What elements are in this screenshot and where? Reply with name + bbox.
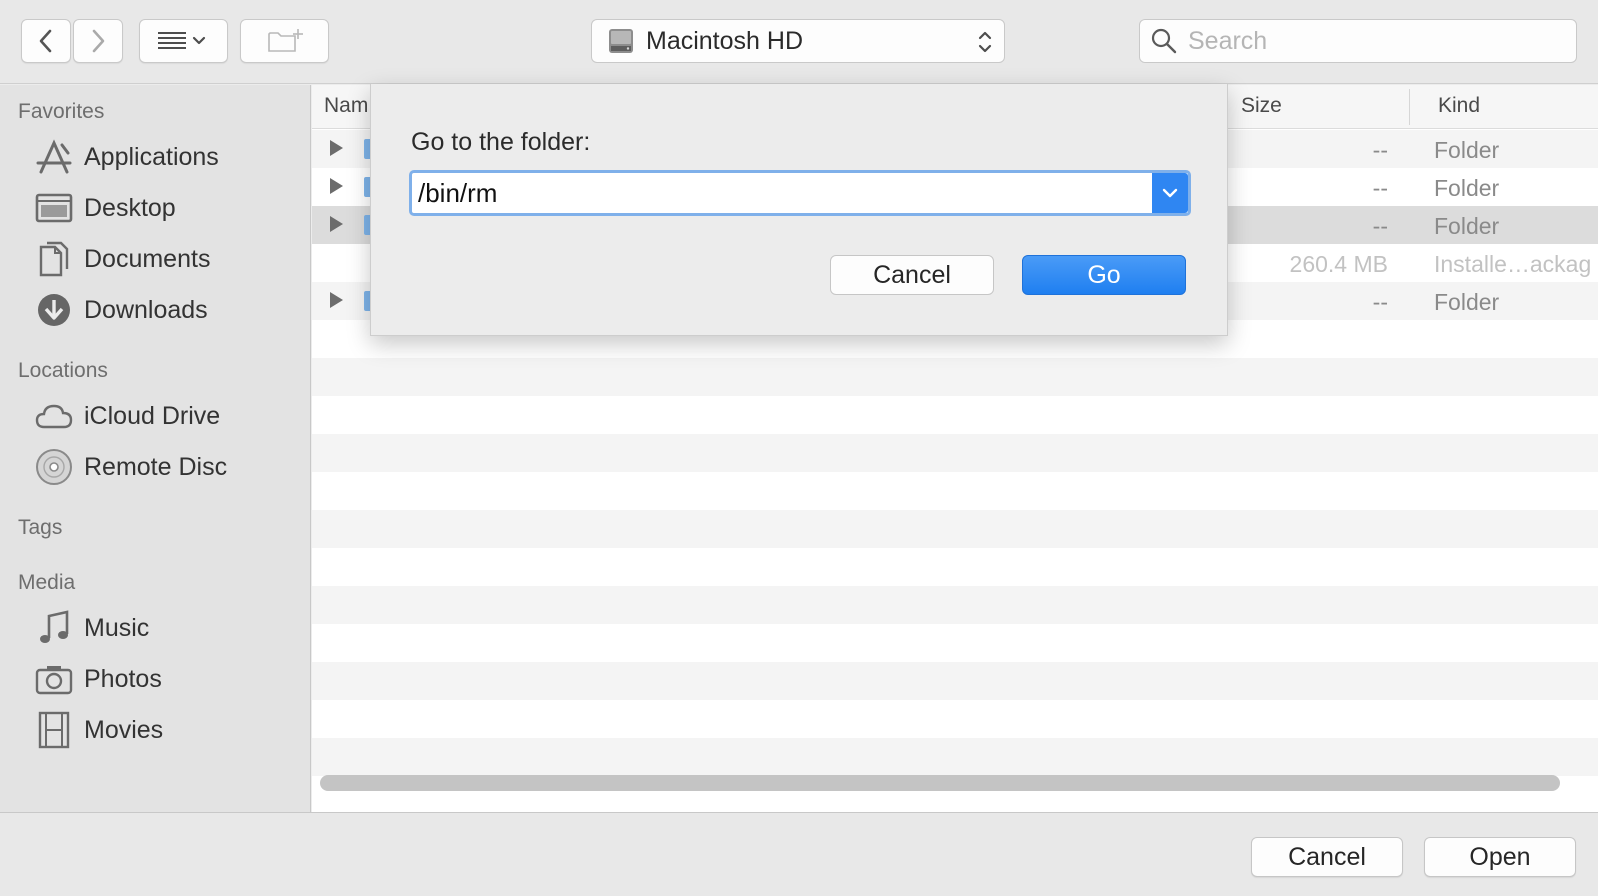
row-size: --	[1372, 289, 1388, 315]
go-button[interactable]: Go	[1022, 255, 1186, 295]
empty-row	[312, 738, 1598, 776]
sidebar-item-remote-disc[interactable]: Remote Disc	[34, 447, 227, 487]
sidebar-item-movies[interactable]: Movies	[34, 710, 163, 750]
empty-row	[312, 700, 1598, 738]
disclosure-triangle-icon[interactable]	[330, 140, 343, 156]
sidebar-item-downloads[interactable]: Downloads	[34, 290, 208, 330]
column-size[interactable]: Size	[1241, 94, 1282, 118]
row-kind: Folder	[1434, 175, 1500, 201]
empty-row	[312, 358, 1598, 396]
film-icon	[34, 710, 74, 750]
sidebar-item-label: Downloads	[84, 295, 208, 324]
chevron-left-icon	[39, 29, 52, 53]
row-kind: Folder	[1434, 137, 1500, 163]
location-label: Macintosh HD	[646, 26, 803, 55]
hard-drive-icon	[609, 29, 633, 53]
sidebar-item-applications[interactable]: Applications	[34, 137, 219, 177]
folder-path-input[interactable]	[418, 177, 1136, 209]
tags-section-title: Tags	[18, 516, 63, 539]
sidebar-item-music[interactable]: Music	[34, 608, 149, 648]
empty-row	[312, 434, 1598, 472]
sidebar-item-icloud-drive[interactable]: iCloud Drive	[34, 396, 220, 436]
desktop-icon	[34, 188, 74, 228]
empty-row	[312, 510, 1598, 548]
toolbar: Macintosh HD	[0, 0, 1598, 84]
new-folder-icon	[267, 29, 303, 52]
sidebar-item-label: Photos	[84, 664, 162, 693]
empty-row	[312, 624, 1598, 662]
folder-path-combobox[interactable]	[409, 170, 1191, 216]
search-input[interactable]	[1188, 26, 1568, 56]
sidebar-item-documents[interactable]: Documents	[34, 239, 210, 279]
applications-icon	[34, 137, 74, 177]
disclosure-triangle-icon[interactable]	[330, 292, 343, 308]
column-name[interactable]: Nam	[324, 94, 368, 118]
sidebar-item-label: Desktop	[84, 193, 176, 222]
locations-section-title: Locations	[18, 359, 108, 382]
disclosure-triangle-icon[interactable]	[330, 216, 343, 232]
downloads-icon	[34, 290, 74, 330]
row-size: --	[1372, 137, 1388, 163]
music-icon	[34, 608, 74, 648]
empty-row	[312, 662, 1598, 700]
sidebar-item-label: Music	[84, 613, 150, 642]
disc-icon	[34, 447, 74, 487]
row-size: --	[1372, 175, 1388, 201]
sidebar-item-desktop[interactable]: Desktop	[34, 188, 176, 228]
empty-row	[312, 548, 1598, 586]
open-button[interactable]: Open	[1424, 837, 1576, 877]
icloud-icon	[34, 396, 74, 436]
row-size: --	[1372, 213, 1388, 239]
row-kind: Installe…ackag	[1434, 251, 1592, 277]
view-options-button[interactable]	[139, 19, 228, 63]
sheet-cancel-button[interactable]: Cancel	[830, 255, 994, 295]
sidebar-item-label: Documents	[84, 244, 211, 273]
horizontal-scrollbar[interactable]	[320, 775, 1560, 791]
documents-icon	[34, 239, 74, 279]
list-view-icon	[157, 32, 205, 49]
updown-chevron-icon	[978, 31, 992, 53]
column-separator[interactable]	[1409, 89, 1410, 125]
sidebar-item-photos[interactable]: Photos	[34, 659, 162, 699]
sidebar-item-label: Movies	[84, 715, 164, 744]
sidebar-item-label: Remote Disc	[84, 452, 228, 481]
path-history-dropdown-button[interactable]	[1152, 173, 1188, 213]
empty-row	[312, 396, 1598, 434]
new-folder-button[interactable]	[240, 19, 329, 63]
sidebar-item-label: Applications	[84, 142, 219, 171]
bottom-bar: Cancel Open	[0, 812, 1598, 896]
row-size: 260.4 MB	[1289, 251, 1388, 277]
sidebar: Favorites Applications Desktop Documents…	[0, 85, 311, 812]
back-button[interactable]	[21, 19, 71, 63]
search-field[interactable]	[1139, 19, 1577, 63]
location-popup[interactable]: Macintosh HD	[591, 19, 1005, 63]
go-to-folder-prompt: Go to the folder:	[411, 128, 591, 156]
empty-row	[312, 586, 1598, 624]
go-to-folder-sheet: Go to the folder: Cancel Go	[370, 84, 1228, 336]
column-kind[interactable]: Kind	[1438, 94, 1480, 118]
favorites-section-title: Favorites	[18, 100, 105, 123]
sidebar-item-label: iCloud Drive	[84, 401, 221, 430]
disclosure-triangle-icon[interactable]	[330, 178, 343, 194]
media-section-title: Media	[18, 571, 76, 594]
empty-row	[312, 472, 1598, 510]
chevron-right-icon	[92, 29, 105, 53]
search-icon	[1151, 28, 1177, 54]
camera-icon	[34, 659, 74, 699]
row-kind: Folder	[1434, 289, 1500, 315]
chevron-down-icon	[1162, 188, 1178, 198]
row-kind: Folder	[1434, 213, 1500, 239]
forward-button[interactable]	[73, 19, 123, 63]
cancel-button[interactable]: Cancel	[1251, 837, 1403, 877]
